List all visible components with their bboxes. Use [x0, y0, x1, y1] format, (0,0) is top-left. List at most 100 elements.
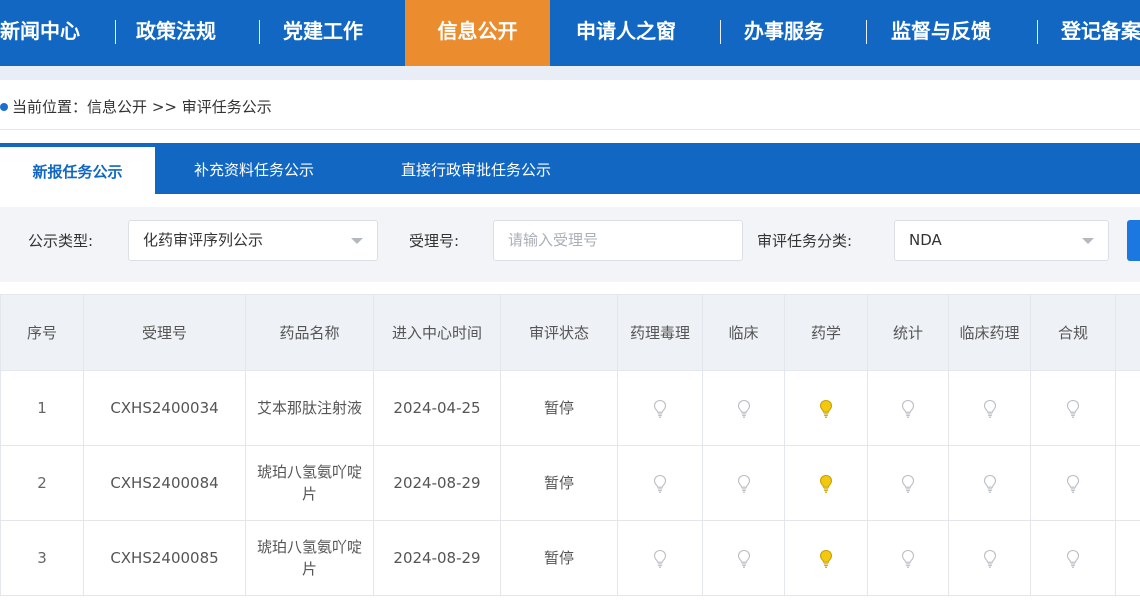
acceptance-input[interactable]: 请输入受理号 — [493, 220, 743, 261]
cell-pharm-tox — [617, 520, 703, 596]
lightbulb-icon — [819, 549, 833, 568]
breadcrumb-separator: >> — [151, 98, 177, 116]
cell-statistics — [867, 520, 949, 596]
cell-pharm-tox — [617, 370, 703, 446]
header-seq: 序号 — [0, 294, 84, 371]
lightbulb-icon — [737, 474, 750, 493]
tab-supplement-tasks[interactable]: 补充资料任务公示 — [194, 143, 314, 194]
cell-status: 暂停 — [500, 370, 618, 446]
breadcrumb-prefix: 当前位置： — [12, 98, 88, 116]
category-select[interactable]: NDA — [894, 220, 1109, 261]
cell-clin-pharm — [948, 445, 1031, 521]
cell-clin-pharm — [948, 370, 1031, 446]
cell-clinical — [702, 520, 785, 596]
cell-drug-name: 琥珀八氢氨吖啶片 — [245, 520, 374, 596]
nav-item-info-public[interactable]: 信息公开 — [405, 0, 550, 66]
cell-drug-name: 琥珀八氢氨吖啶片 — [245, 445, 374, 521]
lightbulb-icon — [1066, 399, 1080, 418]
tab-new-tasks[interactable]: 新报任务公示 — [0, 147, 155, 194]
lightbulb-icon — [819, 474, 833, 493]
nav-item-supervision[interactable]: 监督与反馈 — [891, 0, 991, 66]
header-statistics: 统计 — [867, 294, 949, 371]
breadcrumb-divider — [0, 129, 1140, 130]
lightbulb-icon — [1066, 474, 1080, 493]
cell-acceptance-no: CXHS2400085 — [83, 520, 246, 596]
type-label: 公示类型: — [28, 232, 94, 250]
lightbulb-icon — [901, 549, 915, 568]
header-drug-name: 药品名称 — [245, 294, 374, 371]
lightbulb-icon — [983, 474, 996, 493]
header-status: 审评状态 — [500, 294, 618, 371]
lightbulb-icon — [819, 399, 833, 418]
task-table: 序号 受理号 药品名称 进入中心时间 审评状态 药理毒理 临床 药学 统计 临床… — [0, 294, 1140, 596]
header-overflow — [1115, 294, 1140, 371]
cell-acceptance-no: CXHS2400084 — [83, 445, 246, 521]
acceptance-label: 受理号: — [409, 232, 460, 250]
lightbulb-icon — [653, 549, 667, 568]
location-dot-icon — [0, 103, 8, 111]
nav-item-services[interactable]: 办事服务 — [744, 0, 824, 66]
cell-seq: 3 — [0, 520, 84, 596]
lightbulb-icon — [737, 399, 750, 418]
cell-clinical — [702, 445, 785, 521]
lightbulb-icon — [653, 399, 667, 418]
header-compliance: 合规 — [1030, 294, 1116, 371]
nav-item-party[interactable]: 党建工作 — [283, 0, 363, 66]
cell-drug-name: 艾本那肽注射液 — [245, 370, 374, 446]
tab-direct-approval-tasks[interactable]: 直接行政审批任务公示 — [401, 143, 551, 194]
breadcrumb-current: 审评任务公示 — [181, 98, 272, 116]
nav-separator — [115, 20, 116, 44]
cell-statistics — [867, 445, 949, 521]
acceptance-placeholder: 请输入受理号 — [508, 231, 599, 249]
cell-statistics — [867, 370, 949, 446]
nav-item-news[interactable]: 新闻中心 — [0, 0, 80, 66]
nav-separator — [259, 20, 260, 44]
cell-status: 暂停 — [500, 445, 618, 521]
lightbulb-icon — [1066, 549, 1080, 568]
lightbulb-icon — [983, 549, 996, 568]
header-acceptance-no: 受理号 — [83, 294, 246, 371]
lightbulb-icon — [653, 474, 667, 493]
cell-pharmacy — [784, 520, 868, 596]
breadcrumb: 当前位置：信息公开 >> 审评任务公示 — [0, 93, 272, 121]
header-clin-pharm: 临床药理 — [948, 294, 1031, 371]
table-row[interactable]: 3 CXHS2400085 琥珀八氢氨吖啶片 2024-08-29 暂停 — [0, 520, 1140, 596]
cell-pharmacy — [784, 370, 868, 446]
chevron-down-icon — [1082, 238, 1094, 244]
header-pharm-tox: 药理毒理 — [617, 294, 703, 371]
cell-seq: 1 — [0, 370, 84, 446]
breadcrumb-section[interactable]: 信息公开 — [87, 98, 147, 116]
cell-pharmacy — [784, 445, 868, 521]
cell-status: 暂停 — [500, 520, 618, 596]
tab-bar: 新报任务公示 补充资料任务公示 直接行政审批任务公示 — [0, 143, 1140, 194]
table-row[interactable]: 2 CXHS2400084 琥珀八氢氨吖啶片 2024-08-29 暂停 — [0, 445, 1140, 521]
cell-entry-time: 2024-08-29 — [373, 445, 501, 521]
cell-entry-time: 2024-04-25 — [373, 370, 501, 446]
top-nav: 新闻中心 政策法规 党建工作 信息公开 申请人之窗 办事服务 监督与反馈 登记备… — [0, 0, 1140, 66]
type-select-value: 化药审评序列公示 — [143, 231, 264, 249]
nav-item-applicant[interactable]: 申请人之窗 — [576, 0, 676, 66]
lightbulb-icon — [901, 474, 915, 493]
nav-item-policy[interactable]: 政策法规 — [136, 0, 216, 66]
cell-overflow — [1115, 520, 1140, 596]
table-row[interactable]: 1 CXHS2400034 艾本那肽注射液 2024-04-25 暂停 — [0, 370, 1140, 446]
filter-bar: 公示类型: 化药审评序列公示 受理号: 请输入受理号 审评任务分类: NDA — [0, 207, 1140, 282]
cell-overflow — [1115, 370, 1140, 446]
cell-compliance — [1030, 520, 1116, 596]
cell-clin-pharm — [948, 520, 1031, 596]
nav-separator — [1037, 20, 1038, 44]
cell-seq: 2 — [0, 445, 84, 521]
header-clinical: 临床 — [702, 294, 785, 371]
nav-underline-strip — [0, 66, 1140, 80]
table-header-row: 序号 受理号 药品名称 进入中心时间 审评状态 药理毒理 临床 药学 统计 临床… — [0, 294, 1140, 371]
search-button[interactable] — [1127, 220, 1140, 261]
cell-clinical — [702, 370, 785, 446]
cell-compliance — [1030, 445, 1116, 521]
cell-pharm-tox — [617, 445, 703, 521]
type-select[interactable]: 化药审评序列公示 — [128, 220, 378, 261]
cell-overflow — [1115, 445, 1140, 521]
nav-separator — [720, 20, 721, 44]
nav-item-registration[interactable]: 登记备案 — [1061, 0, 1140, 66]
cell-acceptance-no: CXHS2400034 — [83, 370, 246, 446]
category-label: 审评任务分类: — [757, 232, 853, 250]
